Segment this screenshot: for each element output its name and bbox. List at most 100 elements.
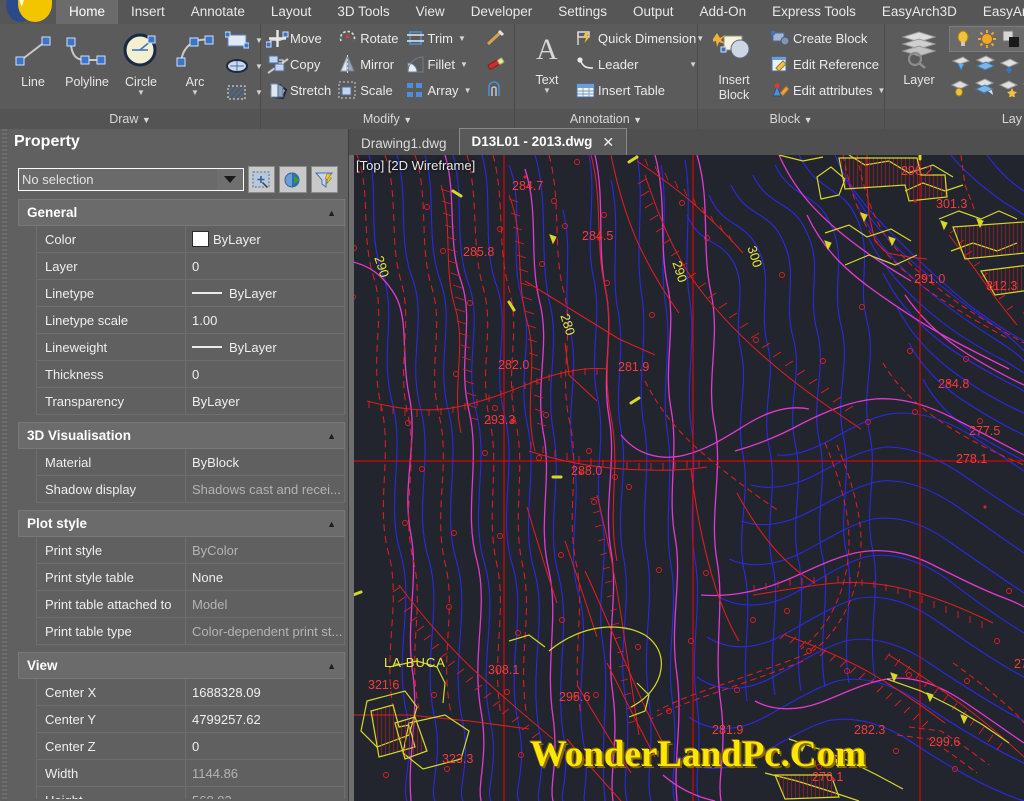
- chevron-up-icon[interactable]: ▲: [327, 431, 336, 441]
- chevron-down-icon[interactable]: ▼: [460, 60, 468, 69]
- modify-offset-button[interactable]: [482, 78, 508, 102]
- property-value[interactable]: ByLayer: [186, 280, 345, 306]
- modify-erase-button[interactable]: [482, 52, 508, 76]
- draw-ellipse-button[interactable]: ▼: [224, 54, 263, 78]
- property-row-center-x[interactable]: Center X 1688328.09: [36, 679, 345, 706]
- property-group-3d-visualisation[interactable]: 3D Visualisation ▲: [18, 422, 345, 449]
- ribbon-tab-express-tools[interactable]: Express Tools: [759, 0, 869, 24]
- property-row-material[interactable]: Material ByBlock: [36, 449, 345, 476]
- property-value[interactable]: ByBlock: [186, 449, 345, 475]
- ribbon-panel-block-title[interactable]: Block ▼: [698, 109, 884, 129]
- document-tab-drawing1[interactable]: Drawing1.dwg: [349, 133, 459, 155]
- property-row-center-z[interactable]: Center Z 0: [36, 733, 345, 760]
- chevron-down-icon[interactable]: ▼: [191, 89, 199, 97]
- draw-circle-button[interactable]: Circle ▼: [114, 28, 168, 97]
- chevron-down-icon[interactable]: ▼: [142, 115, 151, 125]
- draw-polyline-button[interactable]: Polyline: [60, 28, 114, 89]
- chevron-down-icon[interactable]: ▼: [137, 89, 145, 97]
- property-row-print-table-attached-to[interactable]: Print table attached to Model: [36, 591, 345, 618]
- ribbon-panel-modify-title[interactable]: Modify ▼: [261, 109, 514, 129]
- chevron-down-icon[interactable]: ▼: [689, 60, 697, 69]
- ribbon-tab-view[interactable]: View: [403, 0, 458, 24]
- property-row-width[interactable]: Width 1144.86: [36, 760, 345, 787]
- document-tab-d13l01[interactable]: D13L01 - 2013.dwg ✕: [458, 128, 628, 155]
- modify-scale-button[interactable]: Scale: [337, 78, 398, 102]
- ribbon-tab-easyarch3d[interactable]: EasyArch3D: [869, 0, 970, 24]
- property-row-height[interactable]: Height 568.03: [36, 787, 345, 799]
- layer-current-icon[interactable]: [973, 53, 996, 75]
- ribbon-panel-annotation-title[interactable]: Annotation ▼: [515, 109, 697, 129]
- panel-resize-grip[interactable]: [2, 129, 7, 801]
- annotation-leader-button[interactable]: Leader ▼: [575, 52, 697, 76]
- modify-move-button[interactable]: Move: [267, 26, 331, 50]
- modify-array-button[interactable]: Array ▼: [405, 78, 472, 102]
- modify-rotate-button[interactable]: Rotate: [337, 26, 399, 50]
- ribbon-tab-settings[interactable]: Settings: [545, 0, 620, 24]
- property-value[interactable]: 0: [186, 733, 345, 759]
- ribbon-panel-layer-title[interactable]: Lay: [885, 109, 1024, 129]
- close-icon[interactable]: ✕: [602, 129, 614, 155]
- select-objects-button[interactable]: [279, 166, 307, 193]
- ribbon-tab-output[interactable]: Output: [620, 0, 687, 24]
- block-edit-reference-button[interactable]: Edit Reference: [770, 52, 885, 76]
- chevron-down-icon[interactable]: ▼: [804, 115, 813, 125]
- property-group-general[interactable]: General ▲: [18, 199, 345, 226]
- modify-explode-button[interactable]: [482, 26, 508, 50]
- property-value[interactable]: ByLayer: [186, 388, 345, 414]
- layer-on-icon[interactable]: [949, 76, 972, 98]
- ribbon-tab-annotate[interactable]: Annotate: [178, 0, 258, 24]
- property-row-color[interactable]: Color ByLayer: [36, 226, 345, 253]
- layer-match-icon[interactable]: [973, 76, 996, 98]
- application-logo-icon[interactable]: [0, 0, 56, 24]
- property-row-center-y[interactable]: Center Y 4799257.62: [36, 706, 345, 733]
- ribbon-tab-developer[interactable]: Developer: [458, 0, 546, 24]
- ribbon-tab-add-on[interactable]: Add-On: [687, 0, 760, 24]
- annotation-quick-dimension-button[interactable]: Quick Dimension ▼: [575, 26, 704, 50]
- ribbon-tab-easyarch-extra[interactable]: EasyArch Extra: [970, 0, 1024, 24]
- chevron-down-icon[interactable]: [217, 169, 244, 190]
- property-value[interactable]: 4799257.62: [186, 706, 345, 732]
- property-value[interactable]: 0: [186, 253, 345, 279]
- draw-hatch-button[interactable]: ▼: [224, 80, 263, 104]
- chevron-up-icon[interactable]: ▲: [327, 519, 336, 529]
- property-row-linetype[interactable]: Linetype ByLayer: [36, 280, 345, 307]
- property-row-print-style-table[interactable]: Print style table None: [36, 564, 345, 591]
- property-value[interactable]: ByLayer: [186, 334, 345, 360]
- property-value[interactable]: None: [186, 564, 345, 590]
- layer-new-icon[interactable]: [997, 53, 1020, 75]
- annotation-insert-table-button[interactable]: Insert Table: [575, 78, 697, 102]
- chevron-down-icon[interactable]: ▼: [403, 115, 412, 125]
- property-value[interactable]: ByLayer: [186, 226, 345, 252]
- chevron-down-icon[interactable]: ▼: [633, 115, 642, 125]
- layer-isolate-icon[interactable]: [949, 53, 972, 75]
- canvas-left-grip[interactable]: [349, 155, 354, 801]
- selection-dropdown[interactable]: No selection: [18, 168, 245, 191]
- modify-mirror-button[interactable]: Mirror: [337, 52, 398, 76]
- layer-sun-icon[interactable]: [975, 28, 998, 50]
- draw-line-button[interactable]: Line: [6, 28, 60, 89]
- property-value[interactable]: 1.00: [186, 307, 345, 333]
- property-group-plot-style[interactable]: Plot style ▲: [18, 510, 345, 537]
- ribbon-tab-layout[interactable]: Layout: [258, 0, 325, 24]
- property-row-layer[interactable]: Layer 0: [36, 253, 345, 280]
- block-edit-attributes-button[interactable]: Edit attributes ▼: [770, 78, 885, 102]
- ribbon-tab-home[interactable]: Home: [56, 0, 119, 24]
- ribbon-tab-3d-tools[interactable]: 3D Tools: [324, 0, 402, 24]
- property-row-print-table-type[interactable]: Print table type Color-dependent print s…: [36, 618, 345, 645]
- drawing-canvas[interactable]: [Top] [2D Wireframe] 284.7 296.2 301.3 2…: [349, 155, 1024, 801]
- layer-properties-button[interactable]: Layer: [891, 26, 947, 87]
- property-value[interactable]: 0: [186, 361, 345, 387]
- property-row-linetype-scale[interactable]: Linetype scale 1.00: [36, 307, 345, 334]
- layer-freeze-icon[interactable]: [997, 76, 1020, 98]
- property-row-transparency[interactable]: Transparency ByLayer: [36, 388, 345, 415]
- property-value[interactable]: 1688328.09: [186, 679, 345, 705]
- modify-trim-button[interactable]: Trim ▼: [405, 26, 472, 50]
- property-row-thickness[interactable]: Thickness 0: [36, 361, 345, 388]
- layer-color-icon[interactable]: [999, 28, 1022, 50]
- chevron-up-icon[interactable]: ▲: [327, 661, 336, 671]
- chevron-down-icon[interactable]: ▼: [464, 86, 472, 95]
- annotation-text-button[interactable]: A Text ▼: [521, 26, 573, 95]
- draw-rectangle-button[interactable]: ▼: [224, 28, 263, 52]
- block-insert-block-button[interactable]: Insert Block: [704, 26, 764, 102]
- draw-arc-button[interactable]: Arc ▼: [168, 28, 222, 97]
